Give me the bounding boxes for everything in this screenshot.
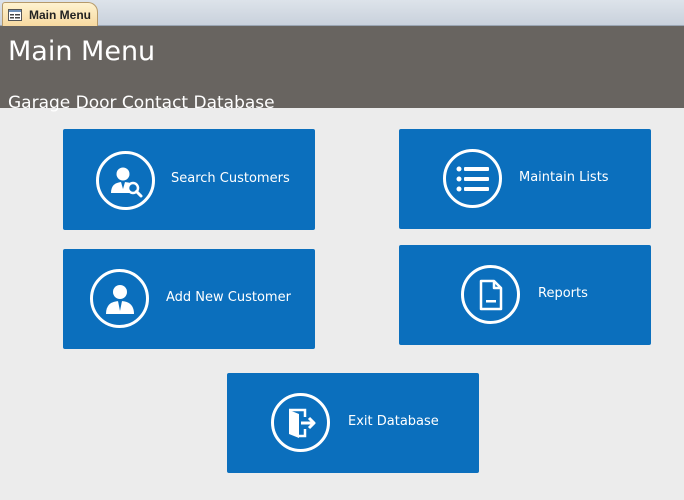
page-subtitle: Garage Door Contact Database [8, 93, 275, 113]
tab-main-menu[interactable]: Main Menu [2, 2, 98, 26]
tile-label: Search Customers [171, 171, 290, 186]
exit-door-icon [271, 393, 330, 452]
exit-database-button[interactable]: Exit Database [227, 373, 479, 473]
tile-label: Exit Database [348, 414, 439, 429]
maintain-lists-button[interactable]: Maintain Lists [399, 129, 651, 229]
form-icon [8, 8, 22, 21]
tab-label: Main Menu [29, 7, 91, 22]
search-customers-button[interactable]: Search Customers [63, 129, 315, 230]
tile-label: Reports [538, 286, 588, 301]
reports-button[interactable]: Reports [399, 245, 651, 345]
search-customer-icon [96, 151, 155, 210]
list-icon [443, 149, 502, 208]
add-customer-icon [90, 269, 149, 328]
report-document-icon [461, 265, 520, 324]
tile-label: Maintain Lists [519, 170, 609, 185]
form-header: Main Menu Garage Door Contact Database [0, 26, 684, 113]
add-new-customer-button[interactable]: Add New Customer [63, 249, 315, 349]
document-tab-strip: Main Menu [0, 0, 684, 26]
page-title: Main Menu [8, 36, 156, 67]
tile-label: Add New Customer [166, 290, 291, 305]
